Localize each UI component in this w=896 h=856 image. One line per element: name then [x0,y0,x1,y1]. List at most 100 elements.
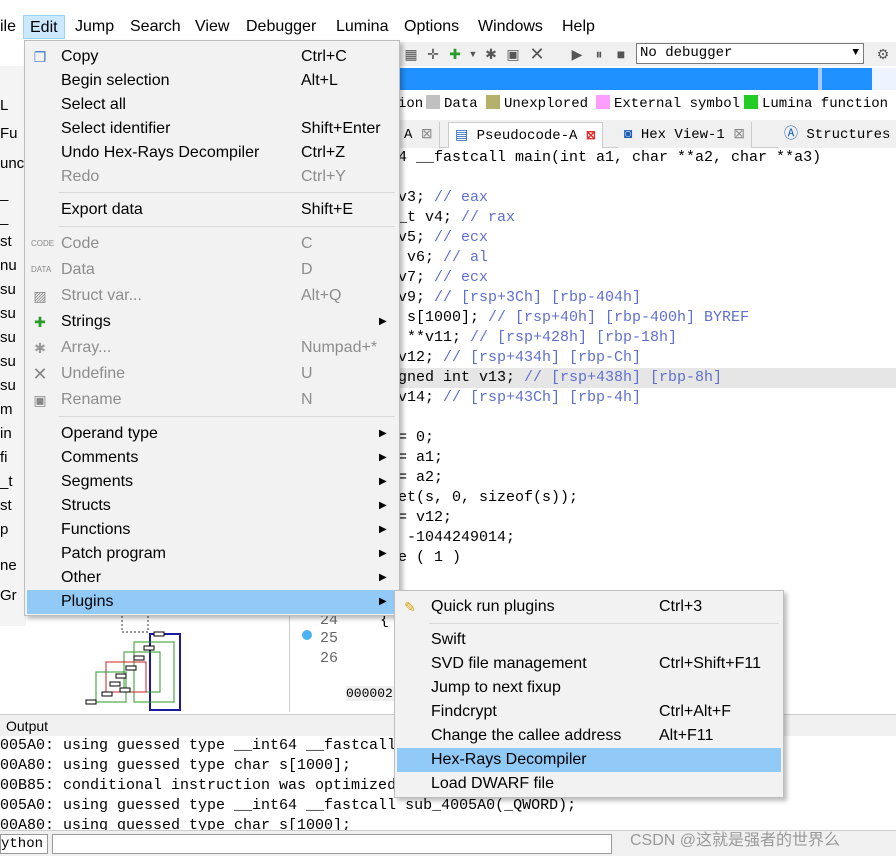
tab-pseudocode[interactable]: ▤ Pseudocode-A ⊠ [448,122,603,148]
debugger-select[interactable]: No debugger ▼ [636,43,864,64]
plugin-item-swift[interactable]: Swift [397,628,781,652]
menu-item-undefine[interactable]: ✕ Undefine U [27,362,397,386]
navigation-band[interactable] [398,68,896,90]
graph-overview[interactable] [26,612,290,712]
menu-item-undo[interactable]: Undo Hex-Rays Decompiler Ctrl+Z [27,141,397,165]
left-panel-item[interactable]: st [0,496,26,516]
add-enum-icon[interactable]: ✚ [446,45,464,63]
python-button[interactable]: ython [0,834,48,854]
menu-lumina[interactable]: Lumina [334,15,390,39]
code-line[interactable]: v6; // al [398,248,896,268]
menu-edit[interactable]: Edit [23,15,65,39]
debug-options-icon[interactable]: ⚙ [874,45,892,63]
left-panel-item[interactable]: in [0,424,26,444]
close-icon[interactable]: ⊠ [586,129,596,143]
code-line[interactable]: v9; // [rsp+3Ch] [rbp-404h] [398,288,896,308]
code-line[interactable]: v12; // [rsp+434h] [rbp-Ch] [398,348,896,368]
menu-item-functions[interactable]: Functions ▶ [27,518,397,542]
code-line[interactable]: **v11; // [rsp+428h] [rbp-18h] [398,328,896,348]
code-line[interactable] [398,408,896,428]
left-panel-item[interactable]: Gr [0,586,26,606]
left-panel-item[interactable]: Fu [0,124,26,144]
dropdown-icon[interactable]: ▼ [464,45,482,63]
menu-item-comments[interactable]: Comments ▶ [27,446,397,470]
left-panel-item[interactable]: L [0,96,26,116]
image-icon[interactable]: ▣ [504,45,522,63]
plugin-item-dwarf[interactable]: Load DWARF file [397,772,781,796]
menu-item-data[interactable]: DATA Data D [27,258,397,282]
menu-item-export-data[interactable]: Export data Shift+E [27,198,397,222]
tab-structures[interactable]: Ⓐ Structures [778,122,896,148]
menu-options[interactable]: Options [402,15,461,39]
left-panel-item[interactable]: m [0,400,26,420]
code-line[interactable]: v14; // [rsp+43Ch] [rbp-4h] [398,388,896,408]
left-panel-item[interactable]: su [0,280,26,300]
code-line[interactable]: -1044249014; [398,528,896,548]
left-panel-item[interactable]: _ [0,184,26,204]
code-line[interactable] [398,168,896,188]
add-struct-icon[interactable]: ✛ [424,45,442,63]
code-line[interactable]: = 0; [398,428,896,448]
menu-jump[interactable]: Jump [73,15,116,39]
code-line[interactable]: 4 __fastcall main(int a1, char **a2, cha… [398,148,896,168]
menu-item-rename[interactable]: ▣ Rename N [27,388,397,412]
left-panel-item[interactable]: su [0,352,26,372]
left-panel-item[interactable]: fi [0,448,26,468]
code-line[interactable]: et(s, 0, sizeof(s)); [398,488,896,508]
code-line[interactable]: = a1; [398,448,896,468]
menu-item-redo[interactable]: Redo Ctrl+Y [27,165,397,189]
left-panel-item[interactable]: su [0,328,26,348]
menu-view[interactable]: View [193,15,231,39]
tool-icon[interactable]: ✱ [482,45,500,63]
menu-item-patch-program[interactable]: Patch program ▶ [27,542,397,566]
menu-item-other[interactable]: Other ▶ [27,566,397,590]
left-panel-item[interactable]: p [0,520,26,540]
play-icon[interactable]: ▶ [568,45,586,63]
menu-search[interactable]: Search [128,15,183,39]
stop-icon[interactable]: ■ [612,45,630,63]
pause-icon[interactable]: ⏸ [590,45,608,63]
left-panel-item[interactable]: su [0,304,26,324]
left-panel-item[interactable]: ne [0,556,26,576]
code-line[interactable]: gned int v13; // [rsp+438h] [rbp-8h] [398,368,896,388]
plugin-item-quick-run[interactable]: ✎ Quick run plugins Ctrl+3 [397,595,781,619]
code-line[interactable]: v3; // eax [398,188,896,208]
code-line[interactable]: e ( 1 ) [398,548,896,568]
menu-item-copy[interactable]: ❐ Copy Ctrl+C [27,45,397,69]
menu-item-begin-selection[interactable]: Begin selection Alt+L [27,69,397,93]
breakpoint-dot[interactable] [302,630,312,640]
tab-hexview[interactable]: ◙ Hex View-1 ⊠ [618,122,752,148]
plugin-item-callee[interactable]: Change the callee address Alt+F11 [397,724,781,748]
code-line[interactable]: v5; // ecx [398,228,896,248]
menu-item-operand-type[interactable]: Operand type ▶ [27,422,397,446]
delete-icon[interactable]: ✕ [528,45,546,63]
tab-partial[interactable]: A ⊠ [398,122,440,148]
left-panel-item[interactable]: _ [0,208,26,228]
menu-item-strings[interactable]: ✚ Strings ▶ [27,310,397,334]
menu-file[interactable]: ile [0,15,18,39]
menu-item-array[interactable]: ✱ Array... Numpad+* [27,336,397,360]
code-line[interactable]: _t v4; // rax [398,208,896,228]
menu-item-structs[interactable]: Structs ▶ [27,494,397,518]
left-panel-item[interactable]: su [0,376,26,396]
code-line[interactable]: = v12; [398,508,896,528]
plugin-item-hexrays[interactable]: Hex-Rays Decompiler [397,748,781,772]
menu-item-segments[interactable]: Segments ▶ [27,470,397,494]
menu-item-plugins[interactable]: Plugins ▶ [27,590,397,614]
code-line[interactable]: = a2; [398,468,896,488]
menu-item-select-identifier[interactable]: Select identifier Shift+Enter [27,117,397,141]
left-panel-item[interactable]: _t [0,472,26,492]
menu-help[interactable]: Help [560,15,597,39]
plugin-item-svd[interactable]: SVD file management Ctrl+Shift+F11 [397,652,781,676]
menu-item-struct-var[interactable]: ▨ Struct var... Alt+Q [27,284,397,308]
command-input[interactable] [52,834,612,854]
struct-icon[interactable]: ▦ [402,45,420,63]
code-line[interactable]: v7; // ecx [398,268,896,288]
left-panel-item[interactable]: nu [0,256,26,276]
plugin-item-findcrypt[interactable]: Findcrypt Ctrl+Alt+F [397,700,781,724]
left-panel-item[interactable]: unc [0,154,26,174]
menu-debugger[interactable]: Debugger [244,15,318,39]
menu-item-code[interactable]: CODE Code C [27,232,397,256]
plugin-item-jump-fixup[interactable]: Jump to next fixup [397,676,781,700]
left-panel-item[interactable]: st [0,232,26,252]
